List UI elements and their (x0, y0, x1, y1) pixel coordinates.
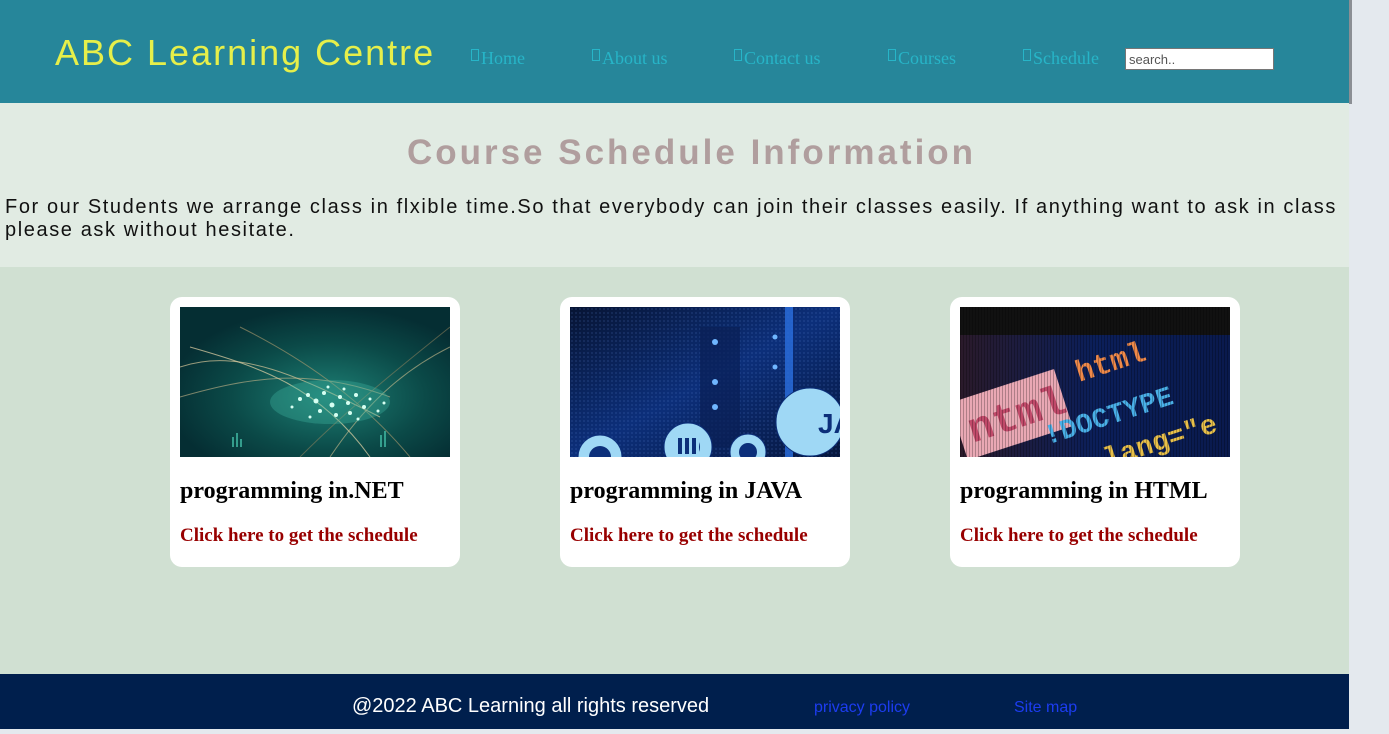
schedule-link[interactable]: Click here to get the schedule (180, 525, 418, 547)
course-title: programming in.NET (180, 478, 404, 504)
scrollbar-thumb[interactable] (1349, 0, 1352, 104)
nav-schedule[interactable]: Schedule (1023, 48, 1099, 68)
java-server-image[interactable]: JA (570, 307, 840, 457)
site-footer: @2022 ABC Learning all rights reserved p… (0, 674, 1389, 729)
nav-courses-label: Courses (898, 47, 956, 68)
schedule-link[interactable]: Click here to get the schedule (570, 525, 808, 547)
course-card-dotnet: programming in.NET Click here to get the… (170, 297, 460, 567)
copyright-text: @2022 ABC Learning all rights reserved (352, 695, 710, 717)
page-icon (888, 49, 896, 61)
site-header: ABC Learning Centre Home About us Contac… (0, 0, 1349, 103)
bottom-strip (0, 729, 1389, 734)
scrollbar[interactable] (1349, 0, 1389, 734)
nav-contact-us[interactable]: Contact us (734, 48, 821, 68)
nav-about-us-label: About us (602, 47, 668, 68)
svg-text:JA: JA (818, 408, 840, 439)
intro-text: For our Students we arrange class in flx… (5, 196, 1337, 241)
nav-contact-us-label: Contact us (744, 47, 821, 68)
nav-home-label: Home (481, 47, 525, 68)
site-logo[interactable]: ABC Learning Centre (55, 32, 435, 74)
page: ABC Learning Centre Home About us Contac… (0, 0, 1349, 734)
nav-schedule-label: Schedule (1033, 47, 1099, 68)
privacy-policy-link[interactable]: privacy policy (814, 699, 910, 717)
page-title: Course Schedule Information (406, 133, 977, 172)
course-card-html: ntml html !DOCTYPE lang="e programming i… (950, 297, 1240, 567)
site-map-link[interactable]: Site map (1014, 699, 1077, 717)
nav-about-us[interactable]: About us (592, 48, 668, 68)
nav-courses[interactable]: Courses (888, 48, 956, 68)
intro-section: Course Schedule Information For our Stud… (0, 103, 1349, 267)
courses-section: programming in.NET Click here to get the… (0, 267, 1349, 674)
course-title: programming in JAVA (570, 478, 803, 504)
html-code-image[interactable]: ntml html !DOCTYPE lang="e (960, 307, 1230, 457)
search-input[interactable] (1125, 48, 1274, 70)
network-fiber-image[interactable] (180, 307, 450, 457)
page-icon (1023, 49, 1031, 61)
nav-home[interactable]: Home (471, 48, 525, 68)
page-icon (592, 49, 600, 61)
page-icon (471, 49, 479, 61)
page-icon (734, 49, 742, 61)
course-title: programming in HTML (960, 478, 1208, 504)
course-card-java: JA programming in JAVA Click here to get… (560, 297, 850, 567)
schedule-link[interactable]: Click here to get the schedule (960, 525, 1198, 547)
